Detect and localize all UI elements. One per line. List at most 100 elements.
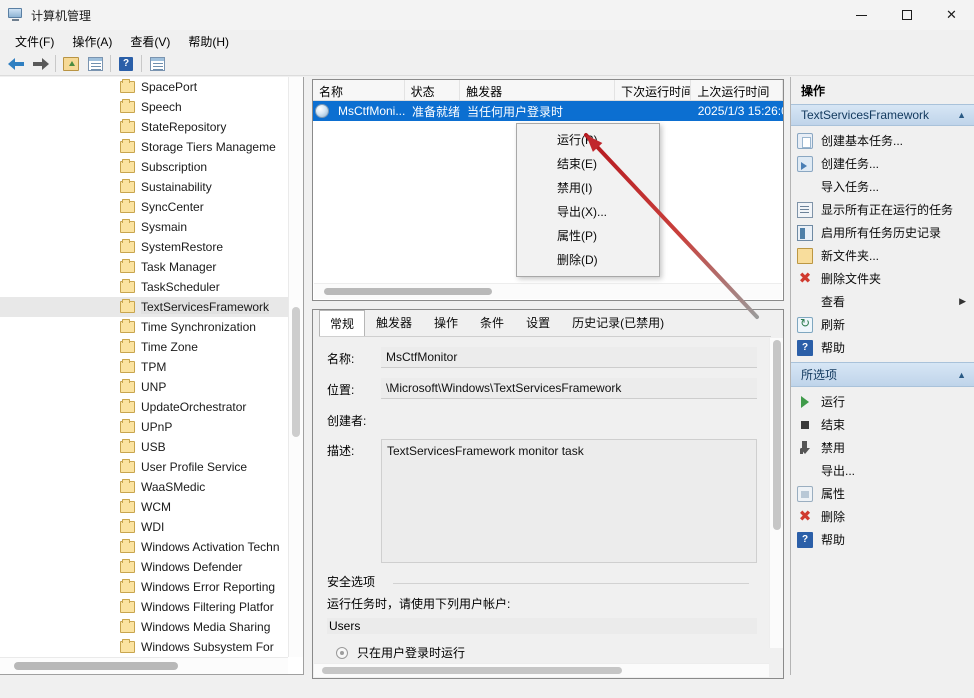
list-view-button[interactable] <box>83 53 107 75</box>
radio-button-icon[interactable] <box>336 647 348 659</box>
tree-item[interactable]: Windows Defender <box>0 557 288 577</box>
maximize-button[interactable] <box>884 0 929 30</box>
help-button[interactable]: ? <box>114 53 138 75</box>
tree-item[interactable]: Windows Subsystem For <box>0 637 288 657</box>
context-menu-item[interactable]: 删除(D) <box>517 248 659 272</box>
action-item[interactable]: 启用所有任务历史记录 <box>791 221 974 244</box>
properties-list-button[interactable] <box>145 53 169 75</box>
context-menu-item[interactable]: 属性(P) <box>517 224 659 248</box>
tree-item[interactable]: SyncCenter <box>0 197 288 217</box>
security-account[interactable]: Users <box>327 618 757 634</box>
location-value[interactable]: \Microsoft\Windows\TextServicesFramework <box>381 378 757 399</box>
tree-item[interactable]: TaskScheduler <box>0 277 288 297</box>
tree-item[interactable]: User Profile Service <box>0 457 288 477</box>
action-item[interactable]: ✖删除文件夹 <box>791 267 974 290</box>
chevron-up-icon[interactable]: ▲ <box>957 110 966 120</box>
close-button[interactable]: ✕ <box>929 0 974 30</box>
menu-help[interactable]: 帮助(H) <box>179 31 238 52</box>
task-list-horizontal-scrollbar[interactable] <box>314 283 782 299</box>
task-list-horizontal-scrollbar-thumb[interactable] <box>324 288 492 295</box>
context-menu-item[interactable]: 运行(R) <box>517 128 659 152</box>
action-item[interactable]: 运行 <box>791 390 974 413</box>
tree-item[interactable]: UPnP <box>0 417 288 437</box>
detail-tab[interactable]: 触发器 <box>365 309 423 336</box>
task-list-rows[interactable]: MsCtfMoni...准备就绪当任何用户登录时2025/1/3 15:26:0… <box>313 101 783 121</box>
menu-view[interactable]: 查看(V) <box>121 31 179 52</box>
action-item[interactable]: 显示所有正在运行的任务 <box>791 198 974 221</box>
action-item[interactable]: 属性 <box>791 482 974 505</box>
tree-item[interactable]: Windows Media Sharing <box>0 617 288 637</box>
detail-vertical-scrollbar[interactable] <box>769 338 783 648</box>
minimize-button[interactable] <box>839 0 884 30</box>
tree-item[interactable]: Sysmain <box>0 217 288 237</box>
tree-item[interactable]: StateRepository <box>0 117 288 137</box>
tree-item[interactable]: USB <box>0 437 288 457</box>
detail-tab[interactable]: 操作 <box>423 309 469 336</box>
tree-item[interactable]: Windows Activation Techn <box>0 537 288 557</box>
tree-item[interactable]: Windows Error Reporting <box>0 577 288 597</box>
action-item[interactable]: 禁用 <box>791 436 974 459</box>
task-list-column-header[interactable]: 触发器 <box>460 80 615 100</box>
tree-horizontal-scrollbar[interactable] <box>0 657 288 674</box>
context-menu-item[interactable]: 结束(E) <box>517 152 659 176</box>
description-value[interactable]: TextServicesFramework monitor task <box>381 439 757 563</box>
action-item[interactable]: 导入任务... <box>791 175 974 198</box>
action-item[interactable]: 新文件夹... <box>791 244 974 267</box>
tree-item[interactable]: WDI <box>0 517 288 537</box>
forward-button[interactable] <box>28 53 52 75</box>
detail-tab[interactable]: 条件 <box>469 309 515 336</box>
folder-up-button[interactable] <box>59 53 83 75</box>
detail-tab[interactable]: 历史记录(已禁用) <box>561 309 675 336</box>
tree-item[interactable]: Time Zone <box>0 337 288 357</box>
task-list-column-header[interactable]: 名称 <box>313 80 405 100</box>
menu-action[interactable]: 操作(A) <box>63 31 121 52</box>
chevron-up-icon[interactable]: ▲ <box>957 370 966 380</box>
tree-vertical-scrollbar[interactable] <box>288 77 303 657</box>
tree-item[interactable]: Storage Tiers Manageme <box>0 137 288 157</box>
radio-run-on-logon[interactable]: 只在用户登录时运行 <box>327 644 763 661</box>
detail-vertical-scrollbar-thumb[interactable] <box>773 340 781 530</box>
context-menu-item[interactable]: 禁用(I) <box>517 176 659 200</box>
task-context-menu[interactable]: 运行(R)结束(E)禁用(I)导出(X)...属性(P)删除(D) <box>516 123 660 277</box>
detail-tabstrip[interactable]: 常规触发器操作条件设置历史记录(已禁用) <box>313 310 783 336</box>
tree-item[interactable]: Time Synchronization <box>0 317 288 337</box>
action-item[interactable]: 刷新 <box>791 313 974 336</box>
tree-horizontal-scrollbar-thumb[interactable] <box>14 662 178 670</box>
tree-item[interactable]: WCM <box>0 497 288 517</box>
task-list-row[interactable]: MsCtfMoni...准备就绪当任何用户登录时2025/1/3 15:26:0… <box>313 101 783 121</box>
console-tree[interactable]: SpacePortSpeechStateRepositoryStorage Ti… <box>0 77 288 657</box>
action-item[interactable]: ?帮助 <box>791 336 974 359</box>
task-list-column-header[interactable]: 上次运行时间 <box>691 80 783 100</box>
detail-horizontal-scrollbar-thumb[interactable] <box>322 667 622 674</box>
task-list-column-header[interactable]: 下次运行时间 <box>615 80 691 100</box>
detail-tab[interactable]: 常规 <box>319 310 365 337</box>
action-item[interactable]: 导出... <box>791 459 974 482</box>
tree-item[interactable]: Speech <box>0 97 288 117</box>
author-value[interactable] <box>381 409 757 429</box>
actions-section-header[interactable]: TextServicesFramework▲ <box>791 104 974 126</box>
task-list-column-header[interactable]: 状态 <box>405 80 460 100</box>
tree-item[interactable]: UpdateOrchestrator <box>0 397 288 417</box>
tree-item[interactable]: Windows Filtering Platfor <box>0 597 288 617</box>
tree-vertical-scrollbar-thumb[interactable] <box>292 307 300 437</box>
action-item[interactable]: 结束 <box>791 413 974 436</box>
detail-tab[interactable]: 设置 <box>515 309 561 336</box>
context-menu-item[interactable]: 导出(X)... <box>517 200 659 224</box>
actions-section-header[interactable]: 所选项▲ <box>791 362 974 387</box>
tree-item[interactable]: SystemRestore <box>0 237 288 257</box>
detail-horizontal-scrollbar[interactable] <box>314 663 769 677</box>
tree-item[interactable]: UNP <box>0 377 288 397</box>
tree-item[interactable]: SpacePort <box>0 77 288 97</box>
name-value[interactable]: MsCtfMonitor <box>381 347 757 368</box>
menu-file[interactable]: 文件(F) <box>6 31 63 52</box>
action-item[interactable]: 创建基本任务... <box>791 129 974 152</box>
tree-item[interactable]: Task Manager <box>0 257 288 277</box>
action-item[interactable]: ✖删除 <box>791 505 974 528</box>
tree-item[interactable]: Subscription <box>0 157 288 177</box>
tree-item[interactable]: TextServicesFramework <box>0 297 288 317</box>
action-item[interactable]: 创建任务... <box>791 152 974 175</box>
action-item[interactable]: 查看▶ <box>791 290 974 313</box>
tree-item[interactable]: WaaSMedic <box>0 477 288 497</box>
tree-item[interactable]: TPM <box>0 357 288 377</box>
action-item[interactable]: ?帮助 <box>791 528 974 551</box>
